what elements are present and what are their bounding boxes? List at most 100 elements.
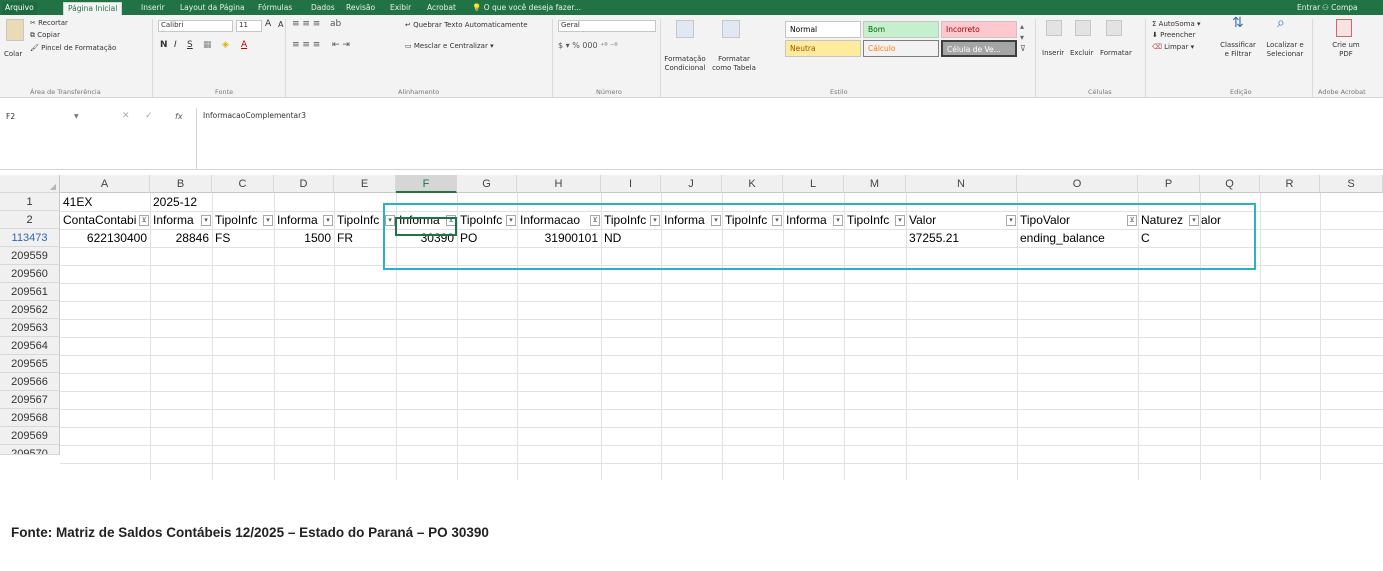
sort-filter-icon[interactable]: ⇅ [1232,16,1244,30]
column-header-n[interactable]: N [906,175,1017,193]
font-color-icon[interactable]: A [241,41,247,50]
row-header[interactable]: 113473 [0,229,60,247]
style-normal[interactable]: Normal [785,21,861,38]
row-header[interactable]: 209570 [0,445,60,455]
sign-in-link[interactable]: Entrar [1297,2,1320,15]
column-header-g[interactable]: G [457,175,517,193]
align-top-icon[interactable]: ≡ ≡ ≡ [292,20,320,29]
row-header[interactable]: 2 [0,211,60,229]
tab-formulas[interactable]: Fórmulas [258,2,292,15]
header-cell-a2[interactable]: ContaContabi [60,211,138,229]
paste-icon[interactable] [6,19,24,41]
column-header-a[interactable]: A [60,175,150,193]
column-header-i[interactable]: I [601,175,661,193]
format-cells-icon[interactable] [1106,20,1122,36]
row-header[interactable]: 209566 [0,373,60,391]
column-header-j[interactable]: J [661,175,722,193]
formula-input[interactable]: InformacaoComplementar3 [203,111,306,120]
row-header[interactable]: 209559 [0,247,60,265]
tab-insert[interactable]: Inserir [141,2,165,15]
number-format-select[interactable]: Geral [558,20,656,32]
enter-icon[interactable]: ✓ [145,112,153,121]
insert-function-icon[interactable]: fx [175,112,183,121]
cell-a1[interactable]: 41EX [60,193,150,211]
cell-c3[interactable]: FS [212,229,274,247]
filter-dropdown-icon[interactable]: ▾ [263,215,273,226]
bold-icon[interactable]: N [160,41,168,50]
header-cell-e2[interactable]: TipoInfc [334,211,384,229]
insert-cells-button[interactable]: Inserir [1042,49,1064,58]
cell-b1[interactable]: 2025-12 [150,193,212,211]
find-select-button[interactable]: Localizar e Selecionar [1262,41,1308,59]
style-good[interactable]: Bom [863,21,939,38]
paste-label[interactable]: Colar [4,50,22,59]
filter-dropdown-icon[interactable]: ▾ [323,215,333,226]
shrink-font-icon[interactable]: A [278,20,283,29]
row-header[interactable]: 209569 [0,427,60,445]
column-header-l[interactable]: L [783,175,844,193]
tell-me-search[interactable]: 💡 O que você deseja fazer... [472,2,581,15]
row-header[interactable]: 209560 [0,265,60,283]
header-cell-c2[interactable]: TipoInfc [212,211,262,229]
row-header[interactable]: 209564 [0,337,60,355]
tab-home[interactable]: Página Inicial [63,2,123,15]
create-pdf-button[interactable]: Crie um PDF [1328,41,1364,59]
tab-data[interactable]: Dados [311,2,335,15]
name-box[interactable]: F2 ▼ [4,110,92,125]
tab-view[interactable]: Exibir [390,2,411,15]
column-header-d[interactable]: D [274,175,334,193]
wrap-text-button[interactable]: ↵ Quebrar Texto Automaticamente [405,21,528,30]
delete-cells-icon[interactable] [1075,20,1091,36]
column-header-p[interactable]: P [1138,175,1200,193]
name-box-dropdown-icon[interactable]: ▼ [74,110,79,124]
select-all-corner[interactable]: ◢ [0,175,60,193]
column-header-m[interactable]: M [844,175,906,193]
font-name-select[interactable]: Calibri [158,20,233,32]
style-calculation[interactable]: Cálculo [863,40,939,57]
style-check-cell[interactable]: Célula de Ve... [941,40,1017,57]
cell-b3[interactable]: 28846 [150,229,212,247]
column-header-b[interactable]: B [150,175,212,193]
row-header[interactable]: 209561 [0,283,60,301]
format-cells-button[interactable]: Formatar [1100,49,1132,58]
styles-scroll-icon[interactable]: ▴ ▾ ⊽ [1020,21,1026,54]
filter-active-icon[interactable]: ⊻ [139,215,149,226]
column-header-q[interactable]: Q [1200,175,1260,193]
cell-d3[interactable]: 1500 [274,229,334,247]
share-button[interactable]: ⚇ Compa [1322,2,1358,15]
font-size-select[interactable]: 11 [236,20,262,32]
column-header-f[interactable]: F [396,175,457,193]
conditional-format-button[interactable]: Formatação Condicional [664,55,706,73]
insert-cells-icon[interactable] [1046,20,1062,36]
row-header[interactable]: 209568 [0,409,60,427]
grow-font-icon[interactable]: A [265,20,271,29]
format-table-button[interactable]: Formatar como Tabela [712,55,756,73]
tab-acrobat[interactable]: Acrobat [427,2,456,15]
cell-a3[interactable]: 622130400 [60,229,150,247]
format-table-icon[interactable] [722,20,740,38]
column-header-e[interactable]: E [334,175,396,193]
header-cell-d2[interactable]: Informa [274,211,322,229]
cut-button[interactable]: ✂ Recortar [30,19,68,28]
column-header-k[interactable]: K [722,175,783,193]
delete-cells-button[interactable]: Excluir [1070,49,1094,58]
filter-dropdown-icon[interactable]: ▾ [201,215,211,226]
fill-button[interactable]: ⬇ Preencher [1152,31,1195,40]
row-header[interactable]: 209567 [0,391,60,409]
style-bad[interactable]: Incorreto [941,21,1017,38]
tab-page-layout[interactable]: Layout da Página [180,2,245,15]
row-header[interactable]: 209563 [0,319,60,337]
underline-icon[interactable]: S [187,41,193,50]
tab-file[interactable]: Arquivo [2,2,37,15]
style-neutral[interactable]: Neutra [785,40,861,57]
sort-filter-button[interactable]: Classificar e Filtrar [1218,41,1258,59]
row-header[interactable]: 209565 [0,355,60,373]
fill-color-icon[interactable]: ◈ [222,41,229,50]
format-painter-button[interactable]: 🖌 Pincel de Formatação [30,44,116,53]
column-header-s[interactable]: S [1320,175,1383,193]
align-center-icon[interactable]: ≡ ≡ ≡ [292,41,320,50]
merge-center-button[interactable]: ▭ Mesclar e Centralizar ▾ [405,42,494,51]
column-header-r[interactable]: R [1260,175,1320,193]
column-header-h[interactable]: H [517,175,601,193]
indent-icon[interactable]: ⇤ ⇥ [332,41,350,50]
